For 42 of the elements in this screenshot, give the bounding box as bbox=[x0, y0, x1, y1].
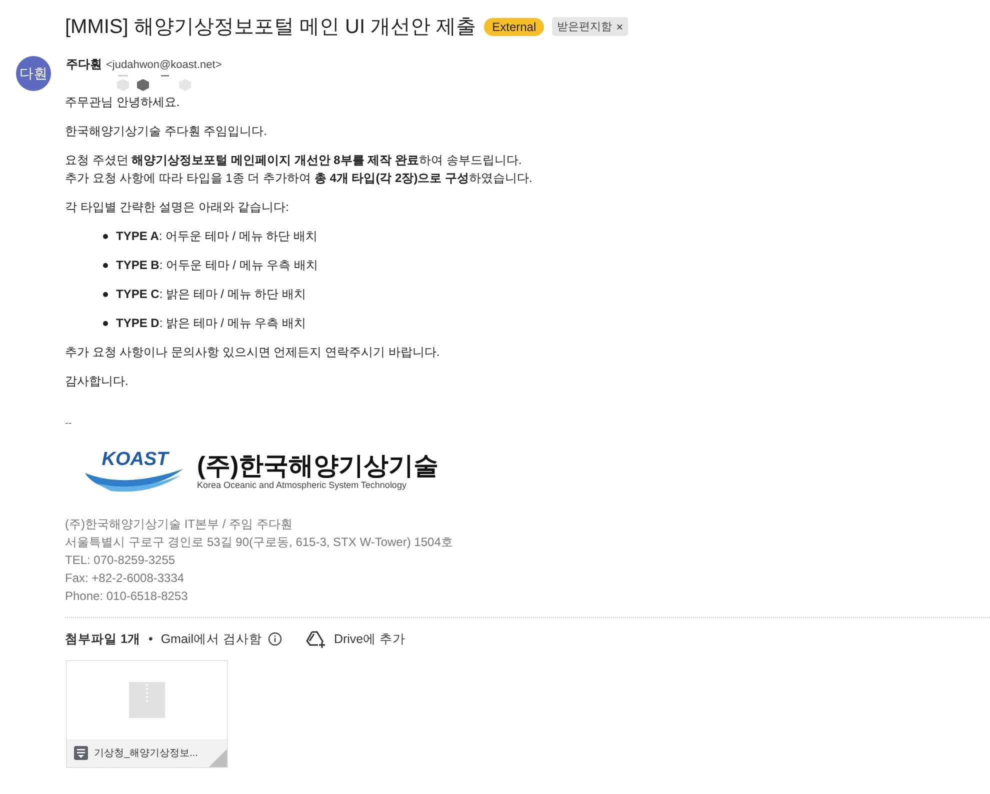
signature-line: TEL: 070-8259-3255 bbox=[65, 552, 176, 569]
separator-dot: • bbox=[148, 632, 153, 646]
body-paragraph: 각 타입별 간략한 설명은 아래와 같습니다: bbox=[65, 199, 290, 216]
list-item-text: TYPE D: 밝은 테마 / 메뉴 우측 배치 bbox=[116, 314, 306, 332]
sender-name: 주다훤 bbox=[66, 56, 102, 73]
body-paragraph: 주무관님 안녕하세요. bbox=[65, 94, 181, 111]
attachment-card[interactable]: 기상청_해양기상정보... bbox=[66, 660, 228, 768]
list-item-text: TYPE B: 어두운 테마 / 메뉴 우측 배치 bbox=[116, 256, 318, 274]
sender-email: <judahwon@koast.net> bbox=[106, 59, 222, 71]
logo-english-name: Korea Oceanic and Atmospheric System Technology bbox=[197, 480, 408, 490]
add-to-drive-button[interactable]: Drive에 추가 bbox=[306, 630, 406, 648]
body-paragraph: 추가 요청 사항이나 문의사항 있으시면 언제든지 연락주시기 바랍니다. bbox=[65, 344, 441, 361]
body-paragraph: 한국해양기상기술 주다훤 주임입니다. bbox=[65, 123, 268, 140]
scan-status: Gmail에서 검사함 bbox=[160, 630, 262, 648]
bullet-icon bbox=[103, 292, 108, 296]
logo-company-name: (주)한국해양기상기술 bbox=[197, 452, 439, 480]
signature-line: Fax: +82-2-6008-3334 bbox=[65, 570, 186, 587]
bullet-icon bbox=[103, 234, 108, 238]
wave-icon bbox=[85, 467, 185, 493]
zip-file-icon bbox=[129, 682, 165, 718]
bullet-icon bbox=[103, 262, 108, 268]
list-item-text: TYPE C: 밝은 테마 / 메뉴 하단 배치 bbox=[116, 286, 306, 302]
logo-wordmark: KOAST bbox=[102, 449, 168, 471]
attachment-count: 첨부파일 1개 bbox=[65, 630, 140, 648]
info-icon[interactable] bbox=[268, 632, 282, 646]
signature-line: 서울특별시 구로구 경인로 53길 90(구로동, 615-3, STX W-Tower) 1504호 bbox=[65, 534, 454, 551]
bullet-icon bbox=[103, 320, 108, 326]
body-paragraph: 요청 주셨던 해양기상정보포털 메인페이지 개선안 8부를 제작 완료하여 송부드립니다. 추가 요청 사항에 따라 타입을 1종 더 추가하여 총 4개 타입(각 2장)으로 구성하였습니다. bbox=[65, 152, 534, 187]
page-fold-icon bbox=[209, 749, 227, 767]
document-icon bbox=[74, 746, 88, 760]
label-text: 받은편지함 bbox=[557, 20, 612, 34]
avatar: 다훤 bbox=[16, 56, 51, 91]
drive-add-icon bbox=[306, 630, 326, 648]
body-paragraph: 감사합니다. bbox=[65, 373, 130, 390]
list-item-text: TYPE A: 어두운 테마 / 메뉴 하단 배치 bbox=[116, 228, 318, 244]
signature-separator: -- bbox=[65, 418, 73, 429]
signature-line: (주)한국해양기상기술 IT본부 / 주임 주다훤 bbox=[65, 516, 294, 533]
attachment-name: 기상청_해양기상정보... bbox=[94, 747, 198, 760]
label-text: External bbox=[492, 20, 536, 34]
signature-line: Phone: 010-6518-8253 bbox=[65, 588, 189, 605]
email-subject: [MMIS] 해양기상정보포털 메인 UI 개선안 제출 bbox=[65, 15, 476, 40]
remove-label-button[interactable]: × bbox=[616, 20, 624, 34]
